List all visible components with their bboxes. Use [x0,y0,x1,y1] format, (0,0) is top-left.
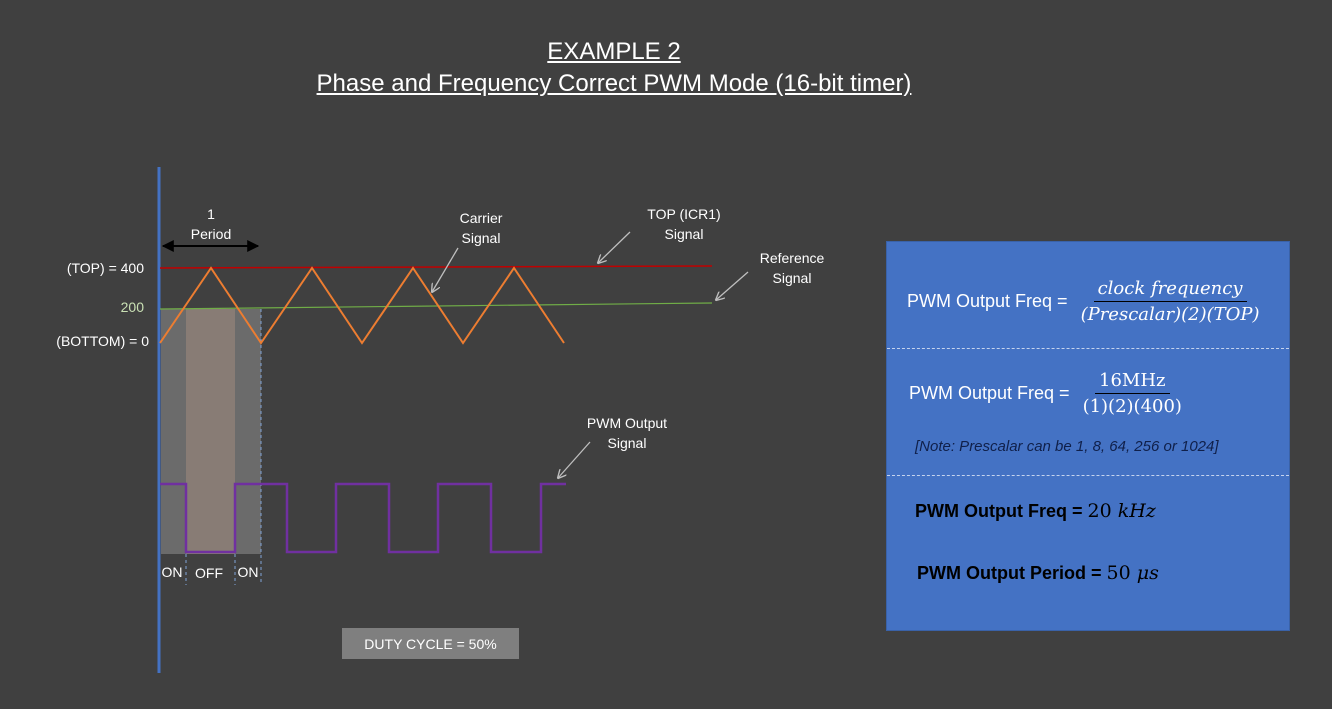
eq2-fraction: 16MHz (1)(2)(400) [1079,370,1186,417]
off-region [186,309,235,554]
reference-label-2: Signal [773,270,812,286]
duty-cycle-box: DUTY CYCLE = 50% [342,628,519,659]
prescalar-note: [Note: Prescalar can be 1, 8, 64, 256 or… [915,438,1219,455]
result-frequency: PWM Output Freq = 20 kHz [915,500,1156,522]
eq1-denominator: (Prescalar)(2)(TOP) [1080,304,1260,325]
top-label-2: Signal [665,226,704,242]
calculation-panel: PWM Output Freq = clock frequency (Presc… [886,241,1290,631]
on-region-1 [161,309,186,554]
reference-label-1: Reference [760,250,825,266]
axis-top-label: (TOP) = 400 [67,260,144,276]
carrier-label-1: Carrier [460,210,503,226]
eq2-label: PWM Output Freq = [909,383,1075,403]
reference-pointer-arrow [716,271,749,300]
separator-2 [887,475,1289,476]
on-label-2: ON [238,564,259,580]
eq1-label: PWM Output Freq = [907,291,1073,311]
carrier-pointer-arrow [432,247,459,292]
top-label-1: TOP (ICR1) [647,206,720,222]
separator-1 [887,348,1289,349]
equation-numeric: PWM Output Freq = 16MHz (1)(2)(400) [909,370,1186,417]
pwm-pointer-arrow [558,441,591,478]
eq1-fraction: clock frequency (Prescalar)(2)(TOP) [1077,278,1264,325]
eq2-numerator: 16MHz [1095,370,1170,394]
result1-unit: kHz [1117,500,1156,522]
eq1-numerator: clock frequency [1093,278,1247,302]
axis-bottom-label: (BOTTOM) = 0 [56,333,149,349]
on-label-1: ON [162,564,183,580]
result1-label: PWM Output Freq = [915,501,1088,521]
result2-unit: μs [1136,562,1159,584]
equation-general: PWM Output Freq = clock frequency (Presc… [907,278,1264,325]
period-label-1: 1 [207,206,215,222]
on-region-2 [235,309,261,554]
result1-value: 20 [1087,500,1118,522]
axis-mid-label: 200 [121,299,145,315]
off-label: OFF [195,565,223,581]
top-pointer-arrow [598,231,631,263]
top-signal-line [159,265,713,269]
result-period: PWM Output Period = 50 μs [917,562,1159,584]
carrier-label-2: Signal [462,230,501,246]
eq2-denominator: (1)(2)(400) [1082,396,1182,417]
pwm-timing-diagram: 1 Period (TOP) = 400 200 (BOTTOM) = 0 Ca… [56,167,825,673]
pwm-label-1: PWM Output [587,415,667,431]
result2-value: 50 [1106,562,1137,584]
result2-label: PWM Output Period = [917,563,1107,583]
period-label-2: Period [191,226,231,242]
pwm-label-2: Signal [608,435,647,451]
